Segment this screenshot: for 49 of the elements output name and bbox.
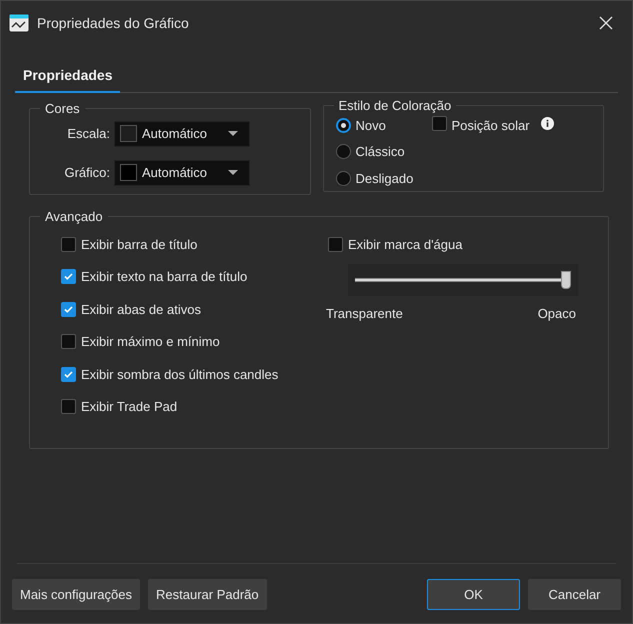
radio-label: Desligado bbox=[356, 170, 414, 188]
slider[interactable] bbox=[355, 271, 571, 289]
dialog-button[interactable]: Restaurar Padrão bbox=[148, 579, 267, 610]
checkbox-label: Exibir abas de ativos bbox=[81, 300, 201, 318]
checkbox-label: Exibir barra de título bbox=[81, 236, 198, 254]
checkbox[interactable] bbox=[432, 116, 446, 130]
checkbox-label: Posição solar bbox=[452, 116, 530, 135]
field-label: Gráfico: bbox=[63, 164, 111, 182]
checkbox[interactable] bbox=[328, 236, 343, 252]
tab[interactable]: Propriedades bbox=[15, 65, 120, 93]
checkbox[interactable] bbox=[61, 399, 76, 414]
group-label: Cores bbox=[44, 100, 81, 118]
dropdown-value: Automático bbox=[142, 164, 208, 182]
check-icon bbox=[63, 304, 74, 315]
check-icon bbox=[63, 368, 74, 380]
field-label: Escala: bbox=[66, 124, 111, 143]
slider-min-label: Transparente bbox=[326, 305, 403, 323]
checkbox-label: Exibir sombra dos últimos candles bbox=[81, 366, 278, 384]
close-icon bbox=[599, 16, 613, 30]
window-title: Propriedades do Gráfico bbox=[37, 14, 190, 33]
checkbox-label: Exibir texto na barra de título bbox=[81, 268, 248, 286]
info-icon bbox=[540, 116, 554, 130]
dialog-button[interactable]: Cancelar bbox=[528, 579, 621, 610]
chart-icon bbox=[9, 14, 29, 32]
group-label: Avançado bbox=[44, 208, 104, 226]
checkbox-label: Exibir máximo e mínimo bbox=[81, 333, 220, 351]
checkbox[interactable] bbox=[61, 269, 76, 284]
dialog-button[interactable]: OK bbox=[427, 579, 520, 610]
radio-label: Clássico bbox=[356, 143, 405, 161]
check-icon bbox=[63, 271, 74, 282]
radio-button[interactable] bbox=[336, 170, 350, 186]
checkbox-label: Exibir Trade Pad bbox=[81, 398, 178, 416]
color-dropdown[interactable]: Automático bbox=[114, 120, 250, 146]
checkbox[interactable] bbox=[61, 236, 76, 252]
checkbox-label: Exibir marca d'água bbox=[348, 236, 462, 254]
caret-icon bbox=[228, 131, 238, 136]
checkbox[interactable] bbox=[61, 366, 76, 382]
radio-label: Novo bbox=[356, 116, 386, 134]
dropdown-value: Automático bbox=[142, 124, 208, 143]
dialog-button[interactable]: Mais configurações bbox=[12, 579, 140, 610]
radio-button[interactable] bbox=[336, 144, 350, 160]
slider-max-label: Opaco bbox=[538, 305, 576, 323]
color-dropdown[interactable]: Automático bbox=[114, 160, 250, 186]
checkbox[interactable] bbox=[61, 334, 76, 350]
radio-button[interactable] bbox=[336, 118, 350, 133]
checkbox[interactable] bbox=[61, 302, 76, 317]
group-label: Estilo de Coloração bbox=[338, 97, 452, 115]
caret-icon bbox=[228, 170, 238, 175]
slider-thumb[interactable] bbox=[561, 271, 571, 289]
